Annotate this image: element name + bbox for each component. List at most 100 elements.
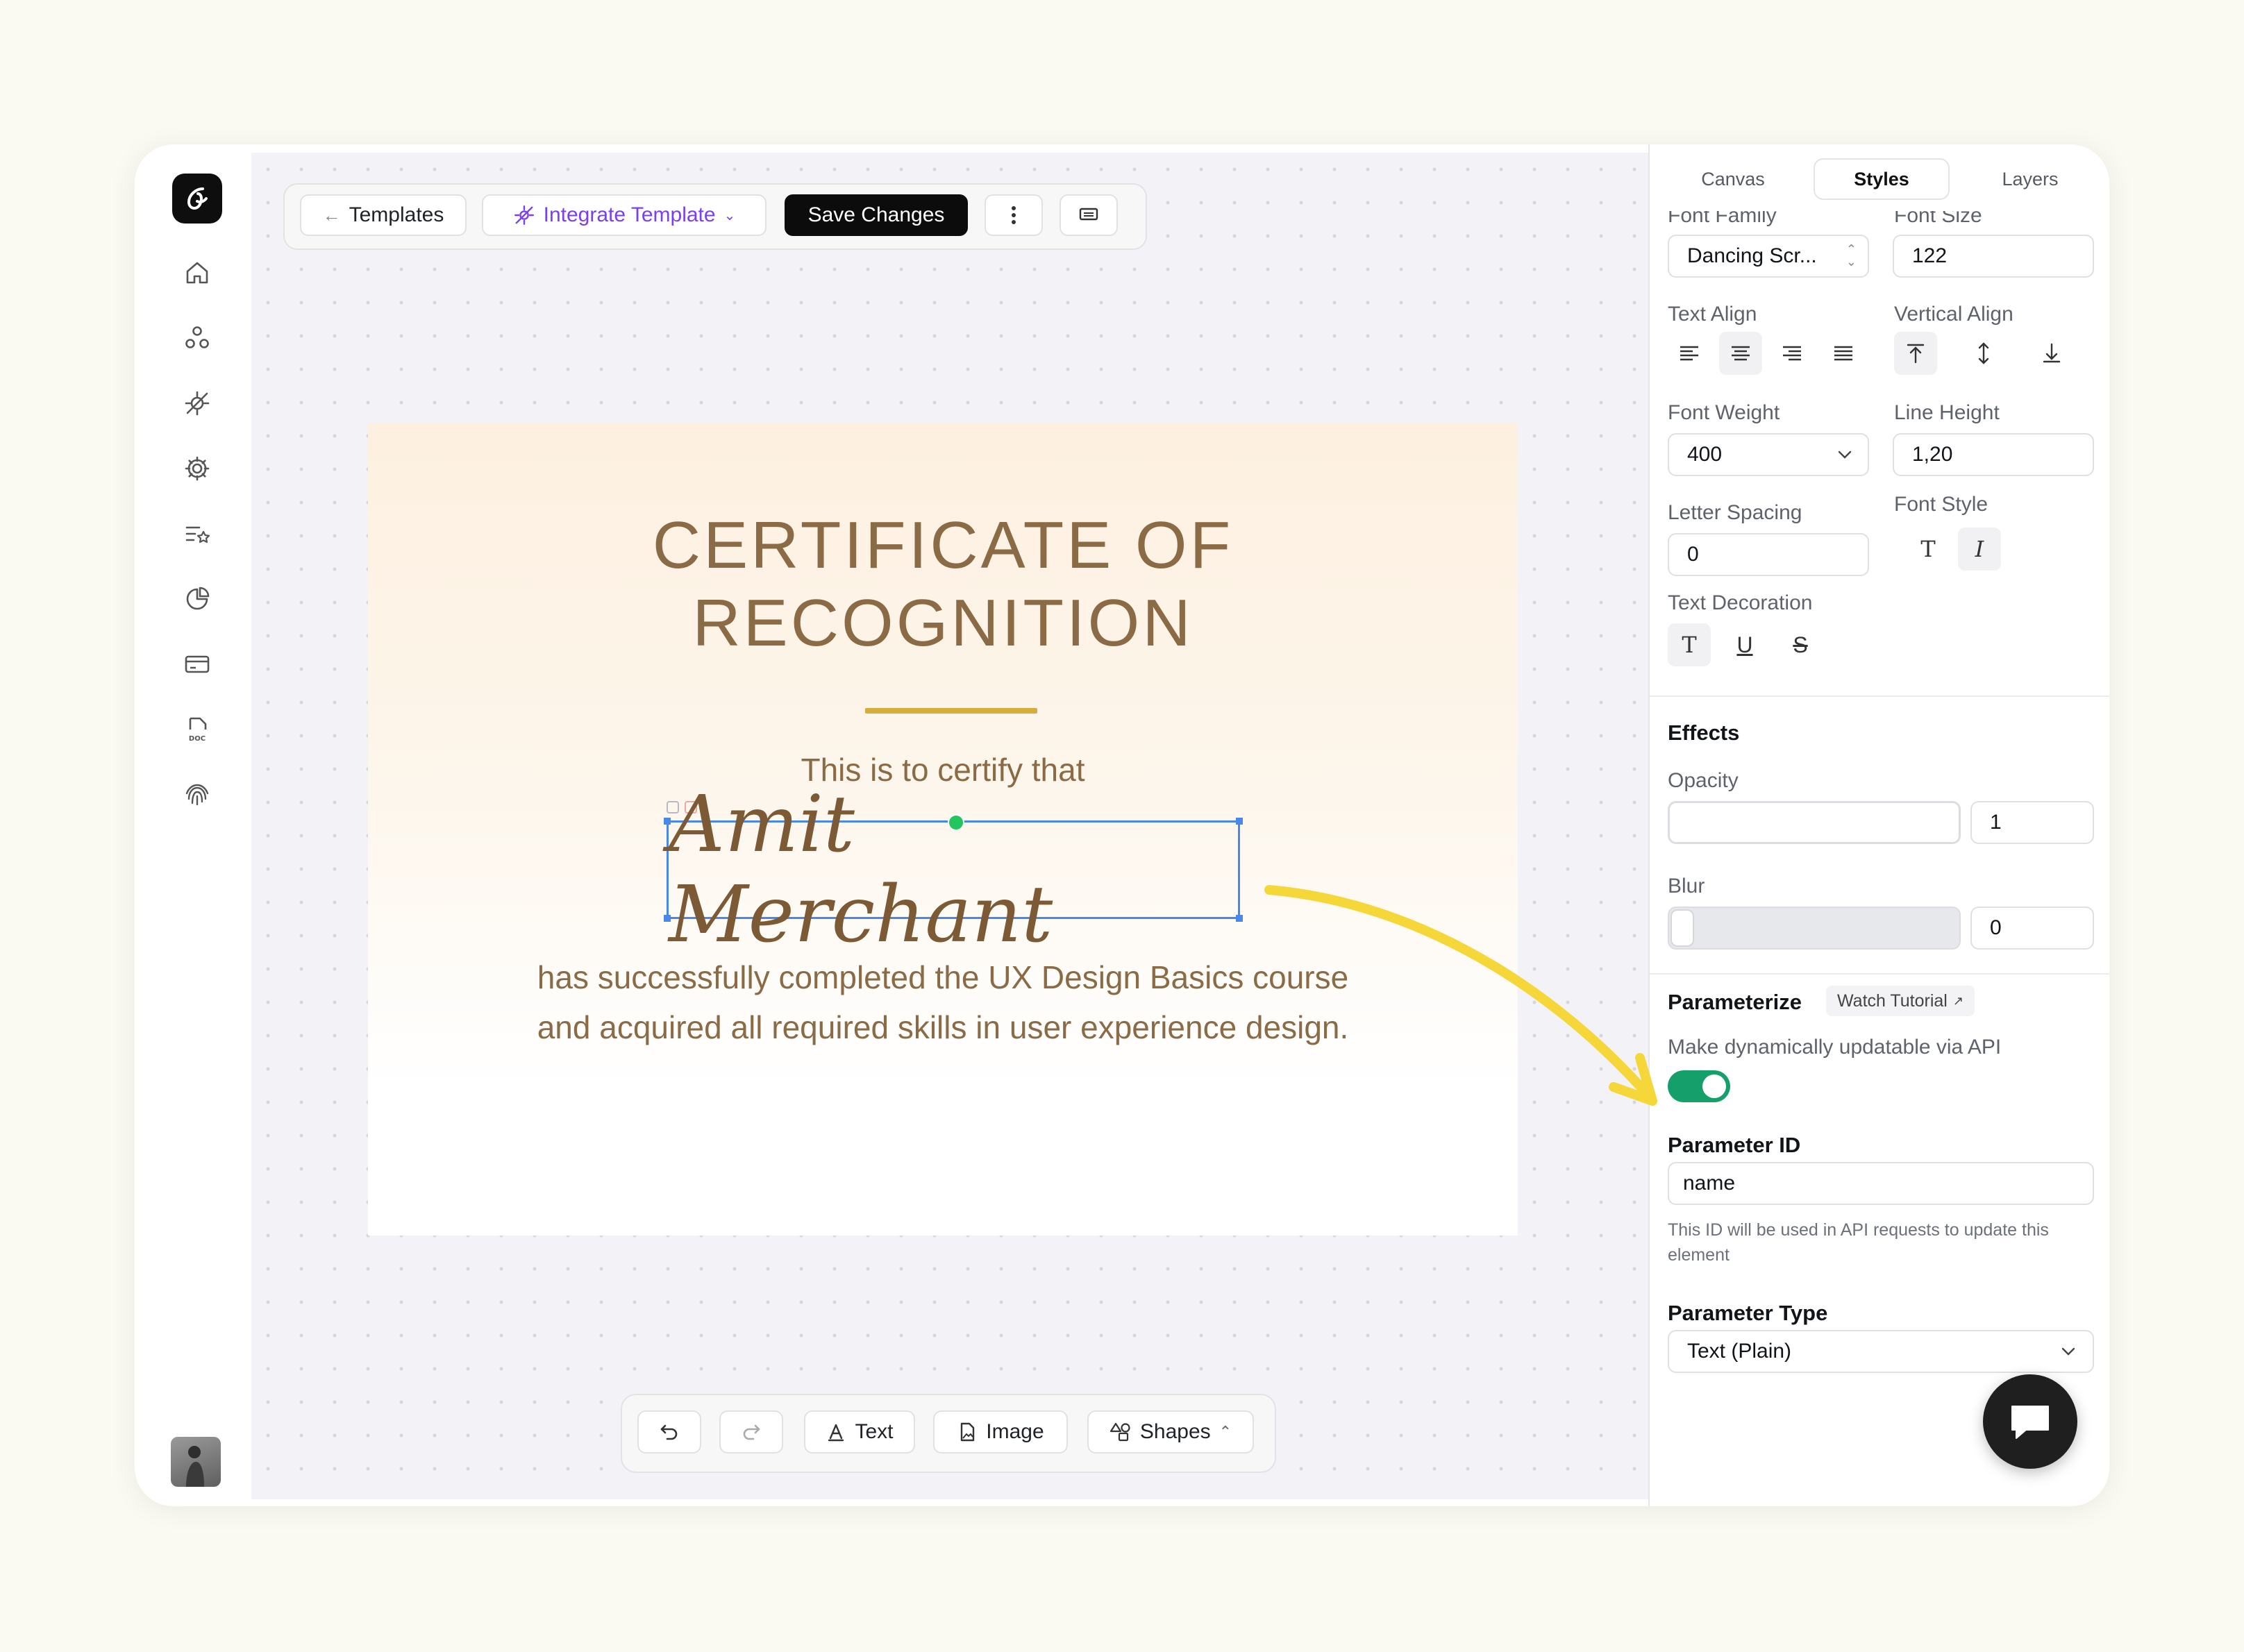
- blur-value: 0: [1990, 916, 2002, 939]
- save-changes-button[interactable]: Save Changes: [785, 194, 968, 236]
- app-logo[interactable]: [172, 174, 222, 224]
- redo-button[interactable]: [719, 1410, 783, 1453]
- font-weight-value: 400: [1687, 443, 1723, 466]
- preview-button[interactable]: [1060, 194, 1118, 236]
- rotate-handle-icon[interactable]: [948, 814, 964, 831]
- parameter-type-select[interactable]: Text (Plain): [1668, 1330, 2094, 1373]
- stepper-icon: ⌃ ⌄: [1845, 242, 1857, 269]
- billing-card-icon[interactable]: [178, 646, 216, 683]
- opacity-label: Opacity: [1668, 769, 1739, 792]
- canvas-area[interactable]: ← Templates Integrate Template ⌄ Save Ch…: [251, 153, 1648, 1499]
- parameter-type-heading: Parameter Type: [1668, 1301, 1828, 1325]
- align-justify-icon[interactable]: [1822, 332, 1865, 375]
- vertical-align-label: Vertical Align: [1894, 303, 2013, 326]
- font-family-value: Dancing Scr...: [1687, 244, 1817, 267]
- chat-support-button[interactable]: [1983, 1374, 2077, 1469]
- font-size-value: 122: [1912, 244, 1948, 267]
- monitor-icon: [1079, 208, 1098, 221]
- watch-tutorial-link[interactable]: Watch Tutorial ↗: [1826, 986, 1975, 1016]
- tab-styles[interactable]: Styles: [1814, 158, 1950, 200]
- effects-heading: Effects: [1668, 720, 1740, 745]
- watch-tutorial-label: Watch Tutorial: [1837, 991, 1948, 1011]
- chevron-down-icon: [2061, 1347, 2075, 1356]
- bottom-toolbar: Text Image Shapes ⌃: [621, 1394, 1276, 1473]
- resize-handle[interactable]: [664, 818, 671, 825]
- valign-top-icon[interactable]: [1894, 332, 1937, 375]
- chevron-down-icon: [1838, 450, 1852, 459]
- integrate-template-button[interactable]: Integrate Template ⌄: [482, 194, 767, 236]
- strikethrough-icon[interactable]: S: [1779, 623, 1822, 666]
- parameter-id-input[interactable]: name: [1668, 1162, 2094, 1205]
- valign-bottom-icon[interactable]: [2030, 332, 2073, 375]
- font-size-input[interactable]: 122: [1893, 235, 2094, 278]
- line-height-label: Line Height: [1894, 401, 2000, 424]
- image-file-icon: [961, 1422, 975, 1442]
- font-weight-select[interactable]: 400: [1668, 433, 1869, 476]
- shapes-icon: [1110, 1422, 1130, 1442]
- align-center-icon[interactable]: [1719, 332, 1762, 375]
- shapes-button[interactable]: Shapes ⌃: [1087, 1410, 1254, 1453]
- integrate-template-label: Integrate Template: [543, 203, 716, 226]
- logo-icon: [187, 187, 208, 210]
- blur-slider[interactable]: [1668, 907, 1961, 950]
- undo-button[interactable]: [637, 1410, 701, 1453]
- certificate-title-line1[interactable]: CERTIFICATE OF: [368, 507, 1518, 584]
- dynamic-update-label: Make dynamically updatable via API: [1668, 1036, 2002, 1059]
- tab-canvas[interactable]: Canvas: [1665, 158, 1801, 200]
- templates-button[interactable]: ← Templates: [300, 194, 467, 236]
- favorites-list-icon[interactable]: [178, 515, 216, 553]
- blur-input[interactable]: 0: [1970, 907, 2094, 950]
- add-image-label: Image: [986, 1420, 1044, 1443]
- resize-handle[interactable]: [1236, 915, 1243, 922]
- valign-middle-icon[interactable]: [1962, 332, 2005, 375]
- shapes-label: Shapes: [1139, 1420, 1211, 1443]
- add-text-button[interactable]: Text: [804, 1410, 915, 1453]
- font-size-label: Font Size: [1894, 211, 1982, 227]
- font-style-normal-icon[interactable]: T: [1907, 528, 1950, 571]
- resize-handle[interactable]: [1236, 818, 1243, 825]
- letter-spacing-label: Letter Spacing: [1668, 501, 1802, 524]
- certificate-title-line2[interactable]: RECOGNITION: [368, 584, 1518, 662]
- settings-gear-icon[interactable]: [178, 450, 216, 487]
- parameter-id-help: This ID will be used in API requests to …: [1668, 1220, 2049, 1265]
- gold-divider: [865, 708, 1037, 714]
- tab-layers[interactable]: Layers: [1962, 158, 2098, 200]
- add-text-label: Text: [855, 1420, 894, 1443]
- chat-bubble-icon: [2011, 1406, 2049, 1439]
- add-image-button[interactable]: Image: [933, 1410, 1068, 1453]
- toggle-knob: [1702, 1074, 1726, 1098]
- font-family-label: Font Family: [1668, 211, 1777, 227]
- letter-spacing-value: 0: [1687, 543, 1699, 566]
- chevron-down-icon: ⌄: [723, 208, 736, 224]
- fingerprint-icon[interactable]: [178, 776, 216, 814]
- selected-text-element[interactable]: Amit Merchant: [664, 779, 1243, 960]
- underline-icon[interactable]: U: [1723, 623, 1766, 666]
- align-right-icon[interactable]: [1770, 332, 1814, 375]
- font-style-italic-icon[interactable]: I: [1958, 528, 2001, 571]
- undo-icon: [660, 1424, 678, 1440]
- top-toolbar: ← Templates Integrate Template ⌄ Save Ch…: [283, 183, 1147, 250]
- opacity-input[interactable]: 1: [1970, 801, 2094, 844]
- line-height-input[interactable]: 1,20: [1893, 433, 2094, 476]
- chevron-up-icon: ⌃: [1219, 1423, 1232, 1440]
- docs-icon[interactable]: DOC: [178, 711, 216, 748]
- section-divider: [1650, 973, 2109, 975]
- text-align-label: Text Align: [1668, 303, 1757, 326]
- user-avatar[interactable]: [171, 1437, 221, 1487]
- font-weight-label: Font Weight: [1668, 401, 1780, 424]
- resize-handle[interactable]: [664, 915, 671, 922]
- decoration-none-icon[interactable]: T: [1668, 623, 1711, 666]
- letter-spacing-input[interactable]: 0: [1668, 533, 1869, 576]
- more-options-button[interactable]: [985, 194, 1043, 236]
- parameter-id-value: name: [1683, 1172, 1736, 1195]
- analytics-icon[interactable]: [178, 580, 216, 618]
- components-icon[interactable]: [178, 319, 216, 357]
- integrations-icon[interactable]: [178, 385, 216, 422]
- home-icon[interactable]: [178, 254, 216, 292]
- opacity-slider[interactable]: [1668, 801, 1961, 844]
- recipient-name[interactable]: Amit Merchant: [669, 779, 1238, 960]
- font-family-select[interactable]: Dancing Scr... ⌃ ⌄: [1668, 235, 1869, 278]
- opacity-value: 1: [1990, 811, 2002, 834]
- align-left-icon[interactable]: [1668, 332, 1711, 375]
- section-divider: [1650, 696, 2109, 697]
